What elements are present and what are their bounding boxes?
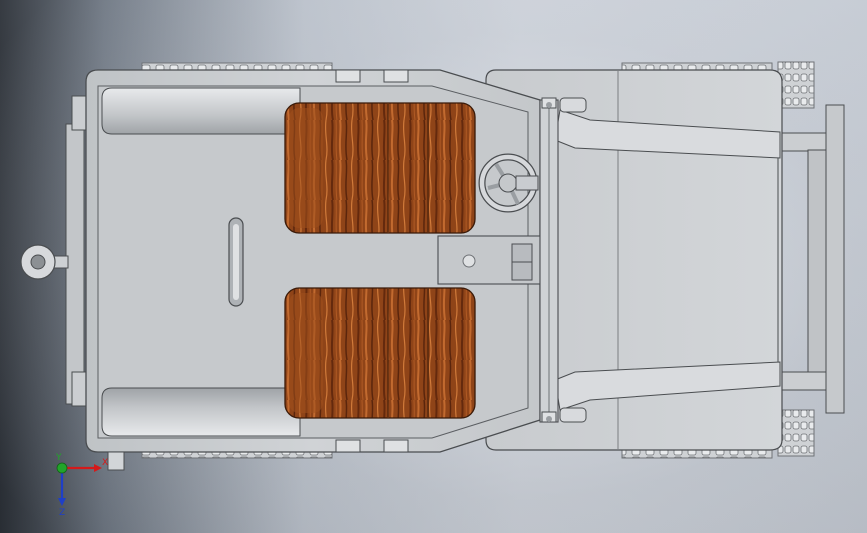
tow-hook — [20, 244, 56, 280]
reference-triad: X Y Z — [55, 453, 108, 518]
seat-left — [284, 102, 476, 234]
graphics-viewport[interactable]: X Y Z — [0, 0, 867, 533]
rear-bumper — [47, 95, 87, 407]
seat-right — [284, 287, 476, 419]
y-axis-label: Y — [55, 453, 62, 463]
console — [437, 235, 541, 285]
jeep-model-top-view[interactable] — [0, 0, 867, 533]
z-axis-label: Z — [59, 508, 65, 518]
x-axis-label: X — [102, 458, 108, 468]
front-bumper — [779, 104, 845, 414]
floor-slot — [228, 217, 244, 307]
y-axis-dot — [56, 462, 68, 474]
rear-right-wheel-well — [101, 387, 301, 437]
rear-left-wheel-well — [101, 87, 301, 135]
